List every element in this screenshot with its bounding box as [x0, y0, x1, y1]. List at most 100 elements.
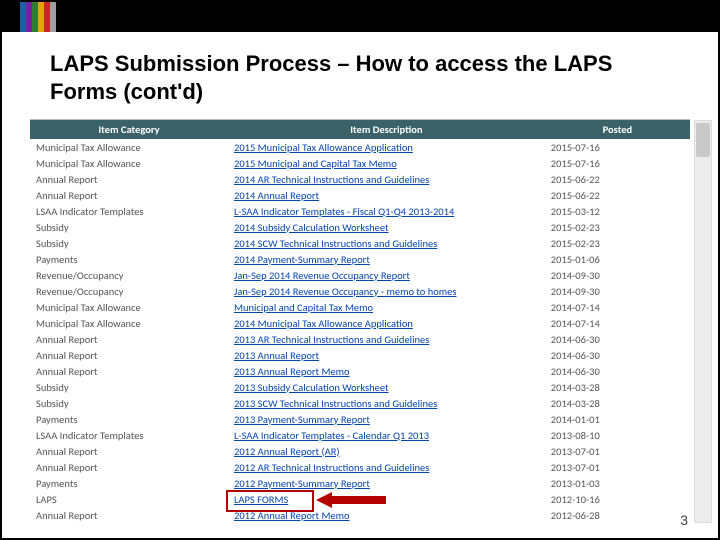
- cell-description-link[interactable]: Jan-Sep 2014 Revenue Occupancy - memo to…: [228, 283, 545, 299]
- cell-posted: 2012-10-16: [545, 491, 690, 507]
- table-row: LSAA Indicator TemplatesL-SAA Indicator …: [30, 203, 690, 219]
- cell-description-link[interactable]: 2014 AR Technical Instructions and Guide…: [228, 171, 545, 187]
- cell-category: Subsidy: [30, 379, 228, 395]
- cell-description-link[interactable]: 2012 AR Technical Instructions and Guide…: [228, 459, 545, 475]
- cell-posted: 2015-06-22: [545, 187, 690, 203]
- cell-description-link[interactable]: 2013 Annual Report Memo: [228, 363, 545, 379]
- cell-posted: 2015-01-06: [545, 251, 690, 267]
- cell-description-link[interactable]: 2012 Annual Report (AR): [228, 443, 545, 459]
- table-row: Subsidy2014 SCW Technical Instructions a…: [30, 235, 690, 251]
- cell-posted: 2013-07-01: [545, 443, 690, 459]
- cell-description-link[interactable]: 2014 Subsidy Calculation Worksheet: [228, 219, 545, 235]
- cell-posted: 2014-07-14: [545, 315, 690, 331]
- table-row: Annual Report2014 Annual Report2015-06-2…: [30, 187, 690, 203]
- cell-description-link[interactable]: 2013 Payment-Summary Report: [228, 411, 545, 427]
- table-row: Annual Report2014 AR Technical Instructi…: [30, 171, 690, 187]
- table-row: Municipal Tax Allowance2014 Municipal Ta…: [30, 315, 690, 331]
- cell-posted: 2013-01-03: [545, 475, 690, 491]
- cell-posted: 2015-06-22: [545, 171, 690, 187]
- cell-description-link[interactable]: 2014 Annual Report: [228, 187, 545, 203]
- cell-description-link[interactable]: Municipal and Capital Tax Memo: [228, 299, 545, 315]
- cell-posted: 2014-01-01: [545, 411, 690, 427]
- cell-description-link[interactable]: 2015 Municipal and Capital Tax Memo: [228, 155, 545, 171]
- cell-description-link[interactable]: Jan-Sep 2014 Revenue Occupancy Report: [228, 267, 545, 283]
- cell-posted: 2015-07-16: [545, 139, 690, 155]
- cell-description-link[interactable]: 2012 Payment-Summary Report: [228, 475, 545, 491]
- cell-description-link[interactable]: 2015 Municipal Tax Allowance Application: [228, 139, 545, 155]
- table-row: Payments2013 Payment-Summary Report2014-…: [30, 411, 690, 427]
- cell-posted: 2015-03-12: [545, 203, 690, 219]
- cell-description-link[interactable]: L-SAA Indicator Templates - Fiscal Q1-Q4…: [228, 203, 545, 219]
- arrow-head-icon: [316, 492, 332, 508]
- cell-category: Annual Report: [30, 187, 228, 203]
- cell-category: Payments: [30, 475, 228, 491]
- cell-category: Annual Report: [30, 171, 228, 187]
- table-row: Payments2014 Payment-Summary Report2015-…: [30, 251, 690, 267]
- cell-posted: 2014-07-14: [545, 299, 690, 315]
- cell-category: Annual Report: [30, 347, 228, 363]
- cell-description-link[interactable]: 2014 Municipal Tax Allowance Application: [228, 315, 545, 331]
- cell-category: Subsidy: [30, 235, 228, 251]
- cell-description-link[interactable]: 2014 SCW Technical Instructions and Guid…: [228, 235, 545, 251]
- cell-description-link[interactable]: L-SAA Indicator Templates - Calendar Q1 …: [228, 427, 545, 443]
- cell-category: Payments: [30, 411, 228, 427]
- cell-posted: 2014-09-30: [545, 283, 690, 299]
- col-header-posted: Posted: [545, 120, 690, 139]
- col-header-description: Item Description: [228, 120, 545, 139]
- table-body: Municipal Tax Allowance2015 Municipal Ta…: [30, 139, 690, 523]
- cell-category: Annual Report: [30, 331, 228, 347]
- table-row: Annual Report2013 Annual Report Memo2014…: [30, 363, 690, 379]
- table-row: Payments2012 Payment-Summary Report2013-…: [30, 475, 690, 491]
- color-stripes: [20, 2, 56, 32]
- cell-category: LSAA Indicator Templates: [30, 427, 228, 443]
- cell-category: Annual Report: [30, 507, 228, 523]
- top-bar: [2, 2, 718, 32]
- cell-posted: 2015-02-23: [545, 219, 690, 235]
- cell-category: LSAA Indicator Templates: [30, 203, 228, 219]
- table-row: Annual Report2013 AR Technical Instructi…: [30, 331, 690, 347]
- cell-description-link[interactable]: 2012 Annual Report Memo: [228, 507, 545, 523]
- page-number: 3: [680, 512, 688, 528]
- cell-category: Municipal Tax Allowance: [30, 155, 228, 171]
- cell-posted: 2014-06-30: [545, 363, 690, 379]
- stripe: [50, 2, 56, 32]
- cell-category: Annual Report: [30, 443, 228, 459]
- cell-posted: 2013-07-01: [545, 459, 690, 475]
- table-row: Municipal Tax Allowance2015 Municipal an…: [30, 155, 690, 171]
- table-row: Subsidy2013 Subsidy Calculation Workshee…: [30, 379, 690, 395]
- callout-arrow: [316, 492, 386, 508]
- cell-posted: 2014-06-30: [545, 347, 690, 363]
- cell-description-link[interactable]: LAPS FORMS: [228, 491, 545, 507]
- cell-description-link[interactable]: 2013 Subsidy Calculation Worksheet: [228, 379, 545, 395]
- slide-title: LAPS Submission Process – How to access …: [2, 32, 718, 113]
- cell-category: Payments: [30, 251, 228, 267]
- cell-description-link[interactable]: 2013 SCW Technical Instructions and Guid…: [228, 395, 545, 411]
- cell-posted: 2014-03-28: [545, 395, 690, 411]
- cell-description-link[interactable]: 2013 Annual Report: [228, 347, 545, 363]
- table-row: Annual Report2013 Annual Report2014-06-3…: [30, 347, 690, 363]
- cell-category: Municipal Tax Allowance: [30, 139, 228, 155]
- table-row: Municipal Tax AllowanceMunicipal and Cap…: [30, 299, 690, 315]
- cell-description-link[interactable]: 2013 AR Technical Instructions and Guide…: [228, 331, 545, 347]
- cell-posted: 2012-06-28: [545, 507, 690, 523]
- table-container: Item Category Item Description Posted Mu…: [30, 119, 690, 523]
- cell-category: Subsidy: [30, 219, 228, 235]
- cell-posted: 2014-03-28: [545, 379, 690, 395]
- scrollbar[interactable]: [694, 120, 712, 523]
- cell-category: Revenue/Occupancy: [30, 283, 228, 299]
- scrollbar-thumb[interactable]: [696, 123, 710, 157]
- table-row: Subsidy2013 SCW Technical Instructions a…: [30, 395, 690, 411]
- table-row: Municipal Tax Allowance2015 Municipal Ta…: [30, 139, 690, 155]
- table-header-row: Item Category Item Description Posted: [30, 120, 690, 139]
- table-row: Annual Report2012 Annual Report Memo2012…: [30, 507, 690, 523]
- cell-posted: 2013-08-10: [545, 427, 690, 443]
- cell-posted: 2015-07-16: [545, 155, 690, 171]
- table-row: Revenue/OccupancyJan-Sep 2014 Revenue Oc…: [30, 267, 690, 283]
- cell-category: Revenue/Occupancy: [30, 267, 228, 283]
- slide: LAPS Submission Process – How to access …: [0, 0, 720, 540]
- cell-posted: 2015-02-23: [545, 235, 690, 251]
- forms-table: Item Category Item Description Posted Mu…: [30, 120, 690, 523]
- col-header-category: Item Category: [30, 120, 228, 139]
- cell-description-link[interactable]: 2014 Payment-Summary Report: [228, 251, 545, 267]
- cell-category: Annual Report: [30, 363, 228, 379]
